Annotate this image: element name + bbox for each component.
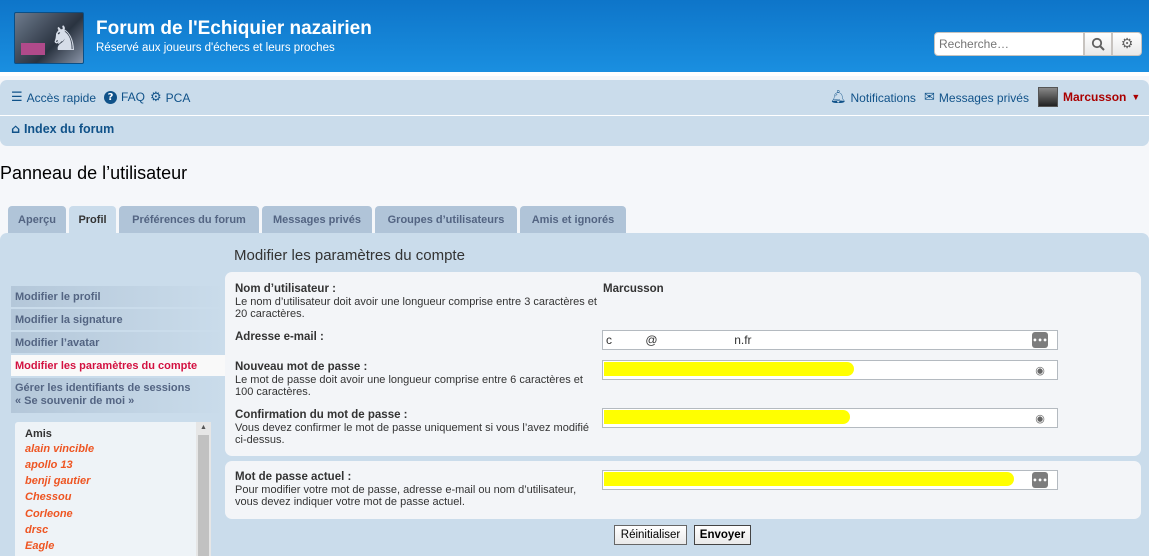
friends-list: Amis alain vincible apollo 13 benji gaut… bbox=[15, 422, 211, 556]
notifications-link[interactable]: 🔔︎ Notifications bbox=[830, 90, 916, 105]
menu-icon: ☰ bbox=[11, 90, 23, 105]
site-header: Forum de l'Echiquier nazairien Réservé a… bbox=[0, 0, 1149, 76]
avatar bbox=[1038, 87, 1058, 107]
menu-autologin-keys-line1: Gérer les identifiants de sessions bbox=[15, 382, 191, 394]
question-circle-icon: ? bbox=[104, 90, 117, 104]
faq-label: FAQ bbox=[121, 90, 146, 104]
scrollbar-thumb[interactable] bbox=[198, 435, 209, 556]
tab-profile[interactable]: Profil bbox=[69, 206, 116, 234]
bell-icon: 🔔︎ bbox=[830, 90, 847, 105]
confirm-password-label: Confirmation du mot de passe : bbox=[235, 409, 408, 421]
password-reveal-icon[interactable]: ◉ bbox=[1032, 362, 1048, 378]
list-item[interactable]: apollo 13 bbox=[25, 459, 73, 471]
list-item[interactable]: Chessou bbox=[25, 491, 71, 503]
redaction-mark bbox=[604, 362, 854, 376]
list-item[interactable]: Eagle bbox=[25, 540, 54, 552]
menu-edit-avatar[interactable]: Modifier l’avatar bbox=[11, 332, 225, 354]
ucp-label: PCA bbox=[165, 90, 191, 105]
confirm-password-field-label: Confirmation du mot de passe : Vous deve… bbox=[235, 409, 600, 447]
password-manager-icon[interactable]: ••• bbox=[1032, 332, 1048, 348]
email-label: Adresse e-mail : bbox=[235, 331, 324, 343]
advanced-search-button[interactable]: ⚙ bbox=[1112, 32, 1142, 56]
redaction-mark bbox=[604, 472, 1014, 486]
redaction-mark bbox=[604, 410, 850, 424]
username-field-label: Nom d’utilisateur : Le nom d’utilisateur… bbox=[235, 283, 600, 321]
scroll-up-arrow-icon[interactable]: ▲ bbox=[196, 422, 211, 434]
list-item[interactable]: drsc bbox=[25, 524, 48, 536]
confirm-password-help: Vous devez confirmer le mot de passe uni… bbox=[235, 421, 590, 447]
reset-button[interactable]: Réinitialiser bbox=[614, 525, 687, 545]
friends-header: Amis bbox=[25, 428, 52, 440]
current-password-label: Mot de passe actuel : bbox=[235, 471, 352, 483]
menu-autologin-keys[interactable]: Gérer les identifiants de sessions « Se … bbox=[11, 378, 225, 414]
tab-private-messages[interactable]: Messages privés bbox=[262, 206, 372, 233]
private-messages-label: Messages privés bbox=[938, 90, 1029, 105]
submit-button[interactable]: Envoyer bbox=[694, 525, 751, 545]
breadcrumb-forum-index: Index du forum bbox=[23, 121, 115, 136]
list-item[interactable]: alain vincible bbox=[25, 443, 94, 455]
new-password-field-label: Nouveau mot de passe : Le mot de passe d… bbox=[235, 361, 600, 399]
new-password-label: Nouveau mot de passe : bbox=[235, 361, 368, 373]
menu-edit-profile[interactable]: Modifier le profil bbox=[11, 286, 225, 308]
username-label: Marcusson bbox=[1063, 90, 1127, 104]
gear-icon: ⚙ bbox=[1120, 36, 1134, 52]
site-description: Réservé aux joueurs d'échecs et leurs pr… bbox=[96, 42, 335, 54]
current-password-field-label: Mot de passe actuel : Pour modifier votr… bbox=[235, 471, 600, 509]
faq-link[interactable]: ? FAQ bbox=[104, 90, 145, 104]
breadcrumb[interactable]: ⌂ Index du forum bbox=[11, 121, 114, 136]
tab-board-preferences[interactable]: Préférences du forum bbox=[119, 206, 259, 233]
menu-edit-signature[interactable]: Modifier la signature bbox=[11, 309, 225, 331]
current-password-help: Pour modifier votre mot de passe, adress… bbox=[235, 483, 577, 509]
inbox-icon: ✉ bbox=[924, 90, 935, 105]
menu-autologin-keys-line2: « Se souvenir de moi » bbox=[15, 395, 135, 407]
search-button[interactable] bbox=[1084, 32, 1112, 56]
quick-access-label: Accès rapide bbox=[26, 90, 97, 105]
site-logo[interactable] bbox=[14, 12, 84, 64]
user-menu[interactable]: Marcusson ▼ bbox=[1038, 87, 1140, 107]
notifications-label: Notifications bbox=[850, 90, 916, 105]
section-title: Modifier les paramètres du compte bbox=[234, 247, 465, 264]
gears-icon: ⚙ bbox=[150, 90, 162, 105]
tab-overview[interactable]: Aperçu bbox=[8, 206, 66, 233]
menu-account-settings[interactable]: Modifier les paramètres du compte bbox=[11, 355, 225, 377]
list-item[interactable]: benji gautier bbox=[25, 475, 90, 487]
username-help: Le nom d’utilisateur doit avoir une long… bbox=[235, 295, 597, 321]
private-messages-link[interactable]: ✉ Messages privés bbox=[924, 90, 1029, 105]
friends-scrollbar[interactable]: ▲ bbox=[196, 422, 211, 556]
username-label: Nom d’utilisateur : bbox=[235, 283, 336, 295]
search-input[interactable] bbox=[934, 32, 1084, 56]
search-icon bbox=[1091, 37, 1105, 51]
site-title[interactable]: Forum de l'Echiquier nazairien bbox=[96, 18, 372, 40]
list-item[interactable]: Corleone bbox=[25, 508, 73, 520]
password-reveal-icon[interactable]: ◉ bbox=[1032, 410, 1048, 426]
caret-down-icon: ▼ bbox=[1131, 92, 1141, 102]
ucp-link[interactable]: ⚙ PCA bbox=[150, 90, 190, 105]
tab-friends-foes[interactable]: Amis et ignorés bbox=[520, 206, 626, 233]
navbar: ☰ Accès rapide ? FAQ ⚙ PCA 🔔︎ Notificati… bbox=[0, 80, 1149, 146]
email-field-label: Adresse e-mail : bbox=[235, 331, 600, 344]
home-icon: ⌂ bbox=[11, 121, 20, 136]
page-title: Panneau de l’utilisateur bbox=[0, 163, 188, 183]
password-manager-icon[interactable]: ••• bbox=[1032, 472, 1048, 488]
tab-usergroups[interactable]: Groupes d’utilisateurs bbox=[375, 206, 517, 233]
username-value: Marcusson bbox=[603, 283, 664, 295]
new-password-help: Le mot de passe doit avoir une longueur … bbox=[235, 373, 583, 399]
quick-access-link[interactable]: ☰ Accès rapide bbox=[11, 90, 96, 105]
email-field[interactable] bbox=[602, 330, 1058, 350]
